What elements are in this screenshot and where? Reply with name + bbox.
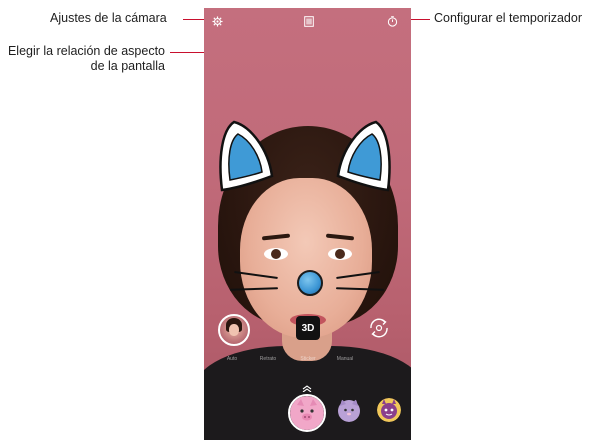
timer-icon[interactable] [387,14,398,32]
callout-aspect-ratio-line2: de la pantalla [90,59,165,73]
gallery-thumbnail[interactable] [218,314,250,346]
mode-label-portrait[interactable]: Retrato [260,356,276,362]
eye-right [328,248,352,260]
mode-label-manual[interactable]: Manual [337,356,353,362]
callout-aspect-ratio-line1: Elegir la relación de aspecto [7,44,165,58]
switch-camera-icon[interactable] [367,316,391,345]
mode-label-auto[interactable]: Auto [227,356,237,362]
effect-3d-button[interactable]: 3D [296,316,320,340]
camera-preview[interactable]: 3D Auto Retrato Sticker Manual [204,8,411,440]
sticker-cat-button[interactable] [337,398,361,422]
callout-timer: Configurar el temporizador [434,11,582,25]
mode-label-sticker[interactable]: Sticker [300,356,315,362]
cat-ear-left-icon [219,120,274,192]
cat-ear-right-icon [336,120,391,192]
sticker-pig-button[interactable] [288,394,326,432]
sticker-monster-button[interactable] [377,398,401,422]
settings-gear-icon[interactable] [212,14,223,32]
blue-nose-filter-icon [297,270,323,296]
eye-left [264,248,288,260]
callout-aspect-ratio: Elegir la relación de aspecto de la pant… [7,44,165,74]
callout-camera-settings: Ajustes de la cámara [50,11,167,25]
aspect-ratio-icon[interactable] [304,14,314,32]
